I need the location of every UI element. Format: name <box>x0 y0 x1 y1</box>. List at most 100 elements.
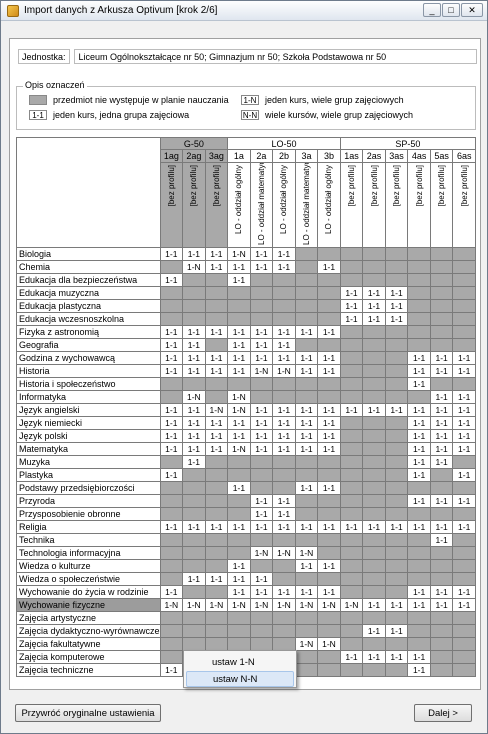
course-cell[interactable]: 1-1 <box>159 351 184 365</box>
table-row[interactable]: Historia i społeczeństwo 1-1 <box>16 377 476 391</box>
course-cell[interactable]: 1-1 <box>407 351 431 365</box>
course-cell[interactable]: 1-1 <box>249 585 274 599</box>
course-cell[interactable]: 1-1 <box>227 429 251 443</box>
course-cell[interactable]: 1-1 <box>159 429 184 443</box>
course-cell[interactable]: 1-N <box>249 546 274 560</box>
course-cell[interactable]: 1-N <box>227 598 251 612</box>
course-cell[interactable]: 1-1 <box>429 416 454 430</box>
course-cell[interactable]: 1-1 <box>249 403 274 417</box>
course-cell[interactable]: 1-1 <box>272 416 296 430</box>
table-row[interactable]: Edukacja muzyczna 1-1 1-1 1-1 <box>16 286 476 300</box>
course-cell[interactable]: 1-1 <box>429 351 454 365</box>
course-cell[interactable]: 1-1 <box>384 624 409 638</box>
subject-cell[interactable]: Biologia <box>16 247 161 261</box>
table-row[interactable]: Zajęcia dydaktyczno-wyrównawcze 1-1 1-1 <box>16 624 476 638</box>
course-cell[interactable]: 1-1 <box>384 650 409 664</box>
course-cell[interactable]: 1-1 <box>182 403 206 417</box>
course-cell[interactable]: 1-1 <box>249 325 274 339</box>
course-cell[interactable]: 1-N <box>227 247 251 261</box>
course-cell[interactable]: 1-1 <box>452 403 476 417</box>
course-cell[interactable]: 1-1 <box>407 650 431 664</box>
course-cell[interactable]: 1-1 <box>317 260 341 274</box>
course-cell[interactable]: 1-N <box>159 598 184 612</box>
table-row[interactable]: Historia 1-1 1-1 1-1 1-1 1-N 1-N 1-1 1-1 1-1 1-1 1-… <box>16 364 476 378</box>
table-row[interactable]: Edukacja plastyczna 1-1 1-1 1-1 <box>16 299 476 313</box>
course-cell[interactable]: 1-N <box>272 546 296 560</box>
course-cell[interactable]: 1-1 <box>272 325 296 339</box>
course-cell[interactable]: 1-1 <box>272 351 296 365</box>
course-cell[interactable]: 1-1 <box>407 416 431 430</box>
course-cell[interactable]: 1-N <box>294 637 319 651</box>
course-cell[interactable]: 1-1 <box>249 351 274 365</box>
course-cell[interactable]: 1-1 <box>182 572 206 586</box>
course-cell[interactable]: 1-1 <box>249 442 274 456</box>
course-cell[interactable]: 1-1 <box>159 273 184 287</box>
course-cell[interactable]: 1-N <box>317 637 341 651</box>
course-cell[interactable]: 1-1 <box>362 650 386 664</box>
course-cell[interactable]: 1-1 <box>249 338 274 352</box>
course-cell[interactable]: 1-1 <box>339 286 364 300</box>
course-cell[interactable]: 1-1 <box>429 494 454 508</box>
course-cell[interactable]: 1-1 <box>339 299 364 313</box>
course-cell[interactable]: 1-N <box>227 403 251 417</box>
course-cell[interactable]: 1-1 <box>272 442 296 456</box>
course-cell[interactable]: 1-N <box>182 390 206 404</box>
course-cell[interactable]: 1-1 <box>272 338 296 352</box>
course-cell[interactable]: 1-1 <box>159 520 184 534</box>
course-cell[interactable]: 1-1 <box>429 364 454 378</box>
course-cell[interactable]: 1-1 <box>159 364 184 378</box>
course-cell[interactable]: 1-1 <box>339 312 364 326</box>
course-cell[interactable]: 1-1 <box>204 520 229 534</box>
course-cell[interactable]: 1-1 <box>159 442 184 456</box>
course-cell[interactable]: 1-1 <box>362 312 386 326</box>
subject-cell[interactable]: Fizyka z astronomią <box>16 325 161 339</box>
course-cell[interactable]: 1-1 <box>227 559 251 573</box>
course-cell[interactable]: 1-1 <box>294 416 319 430</box>
course-cell[interactable]: 1-1 <box>429 403 454 417</box>
maximize-button[interactable]: □ <box>442 3 460 17</box>
course-cell[interactable]: 1-1 <box>317 364 341 378</box>
course-cell[interactable]: 1-1 <box>227 338 251 352</box>
table-row[interactable]: Fizyka z astronomią 1-1 1-1 1-1 1-1 1-1 1-1 1-1… <box>16 325 476 339</box>
course-cell[interactable]: 1-1 <box>294 364 319 378</box>
subject-cell[interactable]: Zajęcia komputerowe <box>16 650 161 664</box>
course-cell[interactable]: 1-1 <box>407 442 431 456</box>
table-row[interactable]: Wiedza o kulturze 1-1 1-1 1-1 <box>16 559 476 573</box>
subject-cell[interactable]: Historia <box>16 364 161 378</box>
course-cell[interactable]: 1-1 <box>159 338 184 352</box>
table-row[interactable]: Wiedza o społeczeństwie 1-1 1-1 1-1 1-1 <box>16 572 476 586</box>
course-cell[interactable]: 1-1 <box>182 247 206 261</box>
course-cell[interactable]: 1-1 <box>204 416 229 430</box>
course-cell[interactable]: 1-1 <box>317 416 341 430</box>
course-cell[interactable]: 1-1 <box>227 325 251 339</box>
course-cell[interactable]: 1-1 <box>317 520 341 534</box>
course-cell[interactable]: 1-N <box>272 598 296 612</box>
course-cell[interactable]: 1-1 <box>429 598 454 612</box>
course-cell[interactable]: 1-1 <box>204 572 229 586</box>
course-cell[interactable]: 1-1 <box>272 494 296 508</box>
course-cell[interactable]: 1-1 <box>227 260 251 274</box>
close-button[interactable]: ✕ <box>461 3 483 17</box>
course-cell[interactable]: 1-1 <box>362 299 386 313</box>
course-cell[interactable]: 1-1 <box>272 507 296 521</box>
subject-cell[interactable]: Wiedza o społeczeństwie <box>16 572 161 586</box>
course-cell[interactable]: 1-1 <box>159 416 184 430</box>
course-cell[interactable]: 1-1 <box>384 286 409 300</box>
restore-defaults-button[interactable]: Przywróć oryginalne ustawienia <box>15 704 161 722</box>
subject-cell[interactable]: Muzyka <box>16 455 161 469</box>
course-cell[interactable]: 1-N <box>182 260 206 274</box>
course-cell[interactable]: 1-N <box>227 442 251 456</box>
course-cell[interactable]: 1-1 <box>249 416 274 430</box>
course-cell[interactable]: 1-N <box>249 364 274 378</box>
course-cell[interactable]: 1-N <box>204 598 229 612</box>
course-cell[interactable]: 1-1 <box>227 572 251 586</box>
course-cell[interactable]: 1-1 <box>339 520 364 534</box>
course-cell[interactable]: 1-1 <box>182 416 206 430</box>
course-cell[interactable]: 1-1 <box>317 351 341 365</box>
course-cell[interactable]: 1-1 <box>249 572 274 586</box>
minimize-button[interactable]: _ <box>423 3 441 17</box>
course-cell[interactable]: 1-1 <box>249 520 274 534</box>
course-cell[interactable]: 1-N <box>272 364 296 378</box>
table-row[interactable]: Edukacja dla bezpieczeństwa 1-1 1-1 <box>16 273 476 287</box>
subject-cell[interactable]: Chemia <box>16 260 161 274</box>
